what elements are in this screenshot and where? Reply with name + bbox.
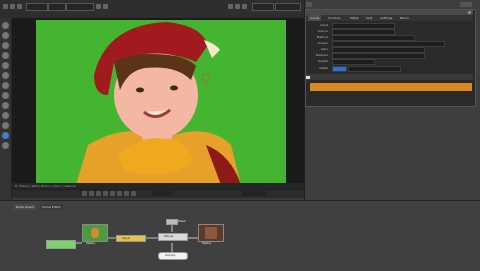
thumb-subject <box>205 227 217 239</box>
node-label: Media <box>86 241 96 245</box>
node-mask[interactable] <box>166 219 178 225</box>
node-label: Output <box>165 253 176 257</box>
node-wires <box>74 222 198 252</box>
node-background-thumb[interactable] <box>198 224 224 242</box>
node-label: Keyer <box>122 236 131 240</box>
thumb-subject <box>91 228 99 238</box>
node-keyer[interactable] <box>116 235 146 242</box>
node-label: Merge <box>164 234 174 238</box>
node-media-thumb[interactable] <box>82 224 108 242</box>
node-label: Mask <box>178 219 186 223</box>
node-label: Media <box>202 241 212 245</box>
node-source-loader[interactable] <box>46 240 76 249</box>
